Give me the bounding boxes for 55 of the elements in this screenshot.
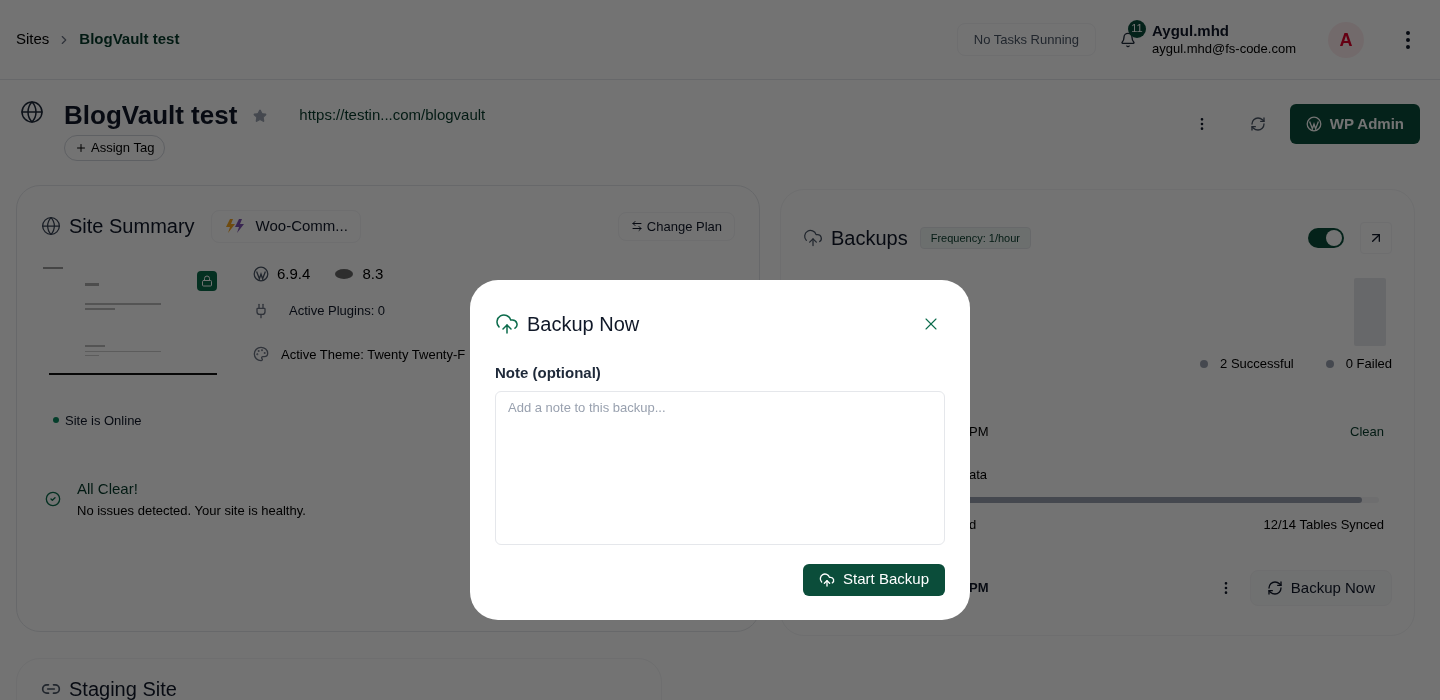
- globe-icon: [20, 100, 44, 124]
- star-icon[interactable]: [253, 108, 268, 123]
- plug-icon: [253, 302, 269, 319]
- lock-badge: [197, 270, 217, 291]
- refresh-icon: [1266, 580, 1283, 596]
- note-label: Note (optional): [495, 363, 602, 383]
- wordpress-icon: [1305, 116, 1322, 132]
- backup-now-button[interactable]: Backup Now: [1249, 570, 1392, 606]
- next-backup-time: PM: [969, 579, 989, 598]
- note-field[interactable]: Add a note to this backup...: [495, 390, 945, 545]
- change-plan-button[interactable]: Change Plan: [617, 211, 735, 241]
- refresh-icon[interactable]: [1249, 116, 1266, 132]
- bell-icon[interactable]: [1120, 31, 1136, 48]
- cloud-upload-icon: [819, 571, 836, 588]
- sync-label: ata: [969, 466, 989, 484]
- legend-label: 2 Successful: [1220, 355, 1294, 373]
- card-title: Backups: [831, 226, 908, 251]
- health-title: All Clear!: [77, 479, 139, 499]
- wordpress-icon: [253, 265, 269, 282]
- user-avatar: A: [1328, 21, 1364, 58]
- wordpress-version: 6.9.4: [277, 263, 311, 284]
- notification-badge: 11: [1128, 19, 1146, 38]
- wp-admin-button[interactable]: WP Admin: [1289, 104, 1420, 144]
- palette-icon: [253, 346, 269, 363]
- user-name: Aygul.mhd: [1152, 22, 1230, 41]
- backup-status: Clean: [1350, 422, 1384, 441]
- health-message: No issues detected. Your site is healthy.: [77, 501, 306, 520]
- expand-icon[interactable]: [1360, 222, 1392, 254]
- php-version: 8.3: [362, 263, 384, 284]
- legend-label: 0 Failed: [1345, 355, 1392, 373]
- user-email: aygul.mhd@fs-code.com: [1152, 40, 1296, 57]
- auto-backup-toggle[interactable]: [1308, 228, 1344, 248]
- globe-icon: [41, 216, 61, 237]
- site-title: BlogVault test: [64, 99, 238, 132]
- active-theme: Active Theme: Twenty Twenty-F: [281, 345, 466, 364]
- card-title: Site Summary: [69, 214, 195, 240]
- site-status: Site is Online: [65, 411, 142, 430]
- backup-time: PM: [969, 422, 989, 441]
- card-title: Staging Site: [69, 677, 177, 700]
- swap-arrows-icon: [630, 220, 643, 233]
- cloud-upload-icon: [803, 228, 823, 248]
- cloud-upload-icon: [495, 312, 519, 336]
- breadcrumb-link[interactable]: BlogVault test: [79, 28, 180, 51]
- site-url-link[interactable]: https://testin...com/blogvault: [299, 104, 486, 127]
- plus-icon: [75, 141, 87, 154]
- start-backup-button[interactable]: Start Backup: [803, 563, 945, 596]
- plan-badge: Woo-Comm...: [210, 210, 361, 243]
- plugins-count: Active Plugins: 0: [289, 302, 386, 320]
- frequency-badge: Frequency: 1/hour: [919, 226, 1031, 250]
- task-status-pill: No Tasks Running: [956, 22, 1096, 57]
- tables-synced: 12/14 Tables Synced: [1263, 515, 1384, 534]
- dialog-title: Backup Now: [527, 312, 640, 337]
- check-circle-icon: [45, 491, 61, 507]
- breadcrumb-link[interactable]: Sites: [16, 28, 50, 51]
- sync-status: d: [969, 515, 977, 534]
